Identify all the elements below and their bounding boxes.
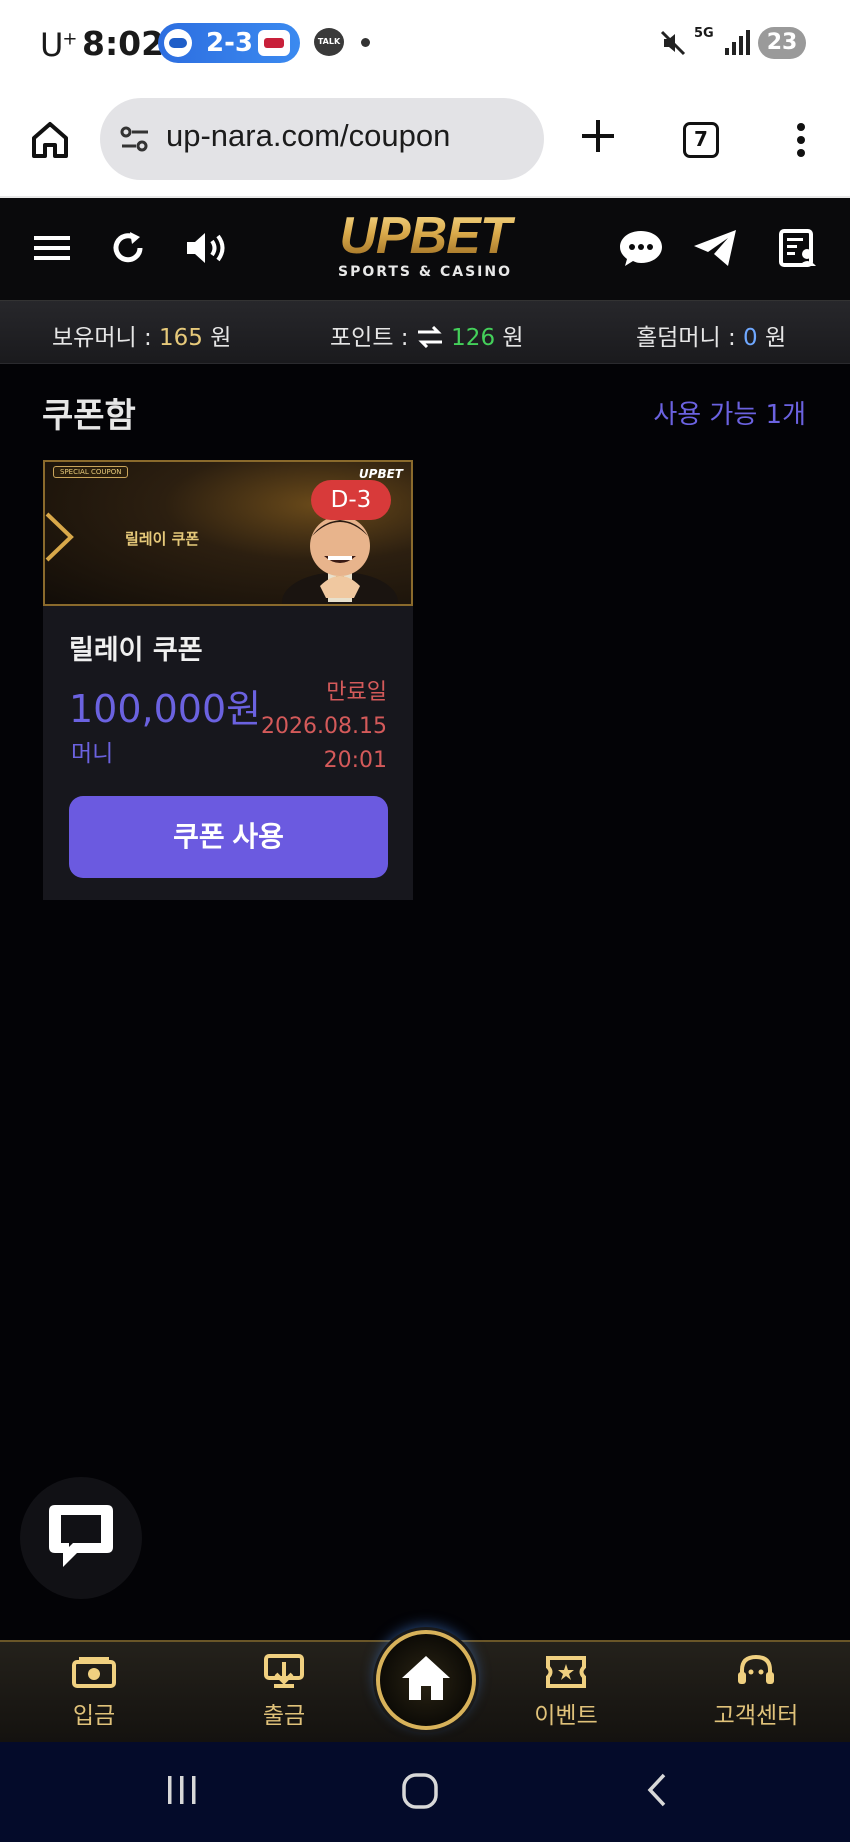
live-score-chip[interactable]: 2-3 <box>158 23 300 63</box>
chat-icon[interactable] <box>618 228 664 268</box>
chat-bubble-icon <box>49 1505 113 1567</box>
sound-icon[interactable] <box>184 228 234 268</box>
status-bar: U+ 8:02 2-3 TALK 5G 23 <box>0 0 850 88</box>
point-balance[interactable]: 포인트 : 126 원 <box>330 318 524 352</box>
hamburger-menu-icon[interactable] <box>32 228 72 268</box>
recent-apps-icon[interactable] <box>164 1772 200 1808</box>
nav-event[interactable]: 이벤트 <box>496 1654 636 1730</box>
back-icon[interactable] <box>644 1772 670 1808</box>
event-ticket-icon <box>546 1656 586 1688</box>
d-day-badge: D-3 <box>311 480 391 520</box>
browser-home-icon[interactable] <box>28 118 72 162</box>
clock: 8:02 <box>82 24 165 63</box>
expiry-info: 만료일 2026.08.15 20:01 <box>261 676 387 778</box>
banner-brand: UPBET <box>358 467 403 481</box>
available-count: 사용 가능 1개 <box>653 400 806 430</box>
app-header: UPBET SPORTS & CASINO <box>0 198 850 300</box>
deposit-icon <box>72 1657 116 1688</box>
coupon-card: SPECIAL COUPON 릴레이 쿠폰 UPBET D-3 릴레이 쿠폰 1… <box>43 460 413 900</box>
banner-title: 릴레이 쿠폰 <box>125 530 200 548</box>
upbet-logo[interactable]: UPBET SPORTS & CASINO <box>310 210 540 280</box>
address-bar[interactable]: up-nara.com/coupon <box>100 98 544 180</box>
notification-dot-icon <box>361 38 370 47</box>
score-text: 2-3 <box>206 28 253 58</box>
page-title: 쿠폰함 <box>42 396 136 436</box>
money-balance: 보유머니 : 165 원 <box>52 325 232 351</box>
headset-icon <box>738 1654 774 1684</box>
site-settings-icon[interactable] <box>118 124 152 154</box>
coupon-name: 릴레이 쿠폰 <box>69 635 203 666</box>
talk-notification-icon: TALK <box>314 28 344 56</box>
team-logo-icon <box>164 29 192 57</box>
browser-toolbar: up-nara.com/coupon 7 <box>0 88 850 198</box>
carrier-label: U+ <box>40 26 78 64</box>
banner-chevron-icon <box>45 512 74 562</box>
withdraw-icon <box>264 1654 304 1688</box>
system-home-icon[interactable] <box>401 1772 439 1810</box>
nav-withdraw[interactable]: 출금 <box>214 1654 354 1730</box>
coupon-type: 머니 <box>71 741 114 767</box>
url-text[interactable]: up-nara.com/coupon <box>166 118 450 154</box>
coupon-amount: 100,000원 <box>69 687 262 731</box>
nav-support[interactable]: 고객센터 <box>686 1654 826 1730</box>
network-type: 5G <box>694 26 714 41</box>
expiry-label: 만료일 <box>326 680 387 705</box>
mute-icon <box>660 30 686 56</box>
nav-home-button[interactable] <box>376 1630 476 1730</box>
expiry-time: 20:01 <box>323 748 387 773</box>
tab-switcher-button[interactable]: 7 <box>683 122 719 158</box>
new-tab-icon[interactable] <box>578 116 618 156</box>
more-menu-icon[interactable] <box>796 122 806 158</box>
signal-icon <box>725 30 750 55</box>
system-nav-bar <box>0 1742 850 1842</box>
point-convert-icon[interactable] <box>416 326 444 348</box>
team-logo-icon <box>258 30 290 56</box>
profile-card-icon[interactable] <box>778 228 818 268</box>
use-coupon-button[interactable]: 쿠폰 사용 <box>69 796 388 878</box>
refresh-icon[interactable] <box>108 228 148 268</box>
telegram-icon[interactable] <box>692 228 738 268</box>
home-icon <box>402 1656 450 1700</box>
live-chat-button[interactable] <box>20 1477 142 1599</box>
expiry-date: 2026.08.15 <box>261 714 387 739</box>
banner-tag: SPECIAL COUPON <box>53 466 129 478</box>
holdem-balance: 홀덤머니 : 0 원 <box>636 325 787 351</box>
balance-bar: 보유머니 : 165 원 포인트 : 126 원 홀덤머니 : 0 원 <box>0 300 850 364</box>
battery-indicator: 23 <box>758 27 806 59</box>
nav-deposit[interactable]: 입금 <box>24 1654 164 1730</box>
